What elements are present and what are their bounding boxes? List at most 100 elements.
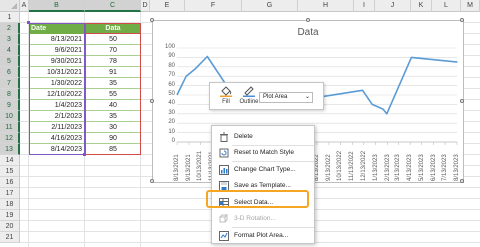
row-header-4[interactable]: 4	[0, 45, 20, 56]
chart-resize-handle[interactable]	[150, 99, 154, 103]
delete-icon	[219, 132, 229, 142]
chart-resize-handle[interactable]	[460, 18, 464, 22]
x-tick-label: 2/13/2023	[384, 154, 391, 181]
row-header-21[interactable]: 21	[0, 232, 20, 243]
row-header-14[interactable]: 14	[0, 155, 20, 166]
value-cell[interactable]: 40	[85, 100, 141, 111]
row-header-12[interactable]: 12	[0, 133, 20, 144]
date-cell[interactable]: 1/4/2023	[29, 100, 85, 111]
row-header-18[interactable]: 18	[0, 199, 20, 210]
row-header-11[interactable]: 11	[0, 122, 20, 133]
column-header-c[interactable]: C	[85, 0, 141, 12]
menu-item-delete[interactable]: Delete	[212, 130, 314, 144]
chart-resize-handle[interactable]	[150, 18, 154, 22]
column-header-e[interactable]: E	[150, 0, 185, 12]
row-header-5[interactable]: 5	[0, 56, 20, 67]
range-resize-handle[interactable]	[27, 21, 30, 24]
3d-rotation-icon	[219, 214, 229, 224]
column-header-g[interactable]: G	[242, 0, 298, 12]
column-header-k[interactable]: K	[411, 0, 432, 12]
column-header-h[interactable]: H	[298, 0, 354, 12]
row-header-6[interactable]: 6	[0, 67, 20, 78]
chart-resize-handle[interactable]	[460, 179, 464, 183]
row-header-17[interactable]: 17	[0, 188, 20, 199]
row-header-16[interactable]: 16	[0, 177, 20, 188]
fill-button[interactable]: Fill	[215, 85, 237, 109]
date-cell[interactable]: 10/31/2021	[29, 67, 85, 78]
header-date-cell[interactable]: Date	[29, 23, 85, 34]
row-header-10[interactable]: 10	[0, 111, 20, 122]
value-cell[interactable]: 91	[85, 67, 141, 78]
date-cell[interactable]: 8/14/2023	[29, 144, 85, 155]
outline-label: Outline	[239, 99, 259, 105]
x-tick-label: 10/13/2022	[337, 150, 344, 181]
column-header-a[interactable]: A	[20, 0, 29, 12]
save-template-icon	[219, 181, 229, 191]
row-header-9[interactable]: 9	[0, 100, 20, 111]
date-cell[interactable]: 4/16/2023	[29, 133, 85, 144]
outline-button[interactable]: Outline	[238, 85, 260, 109]
reset-style-icon	[219, 148, 229, 158]
date-cell[interactable]: 9/6/2021	[29, 45, 85, 56]
menu-item-3d-rotation[interactable]: 3-D Rotation...	[212, 212, 314, 226]
column-header-m[interactable]: M	[461, 0, 480, 12]
row-header-2[interactable]: 2	[0, 23, 20, 34]
menu-separator	[232, 227, 314, 228]
range-resize-handle[interactable]	[83, 153, 86, 156]
date-cell[interactable]: 2/1/2023	[29, 111, 85, 122]
date-cell[interactable]: 2/11/2023	[29, 122, 85, 133]
table-row: 1/4/2023 40	[29, 100, 141, 111]
x-tick-label: 11/13/2022	[349, 151, 356, 181]
value-cell[interactable]: 35	[85, 78, 141, 89]
chart-resize-handle[interactable]	[150, 179, 154, 183]
row-header-20[interactable]: 20	[0, 221, 20, 232]
x-tick-label: 5/13/2023	[418, 154, 425, 181]
row-header-3[interactable]: 3	[0, 34, 20, 45]
column-header-j[interactable]: J	[375, 0, 411, 12]
value-cell[interactable]: 35	[85, 111, 141, 122]
value-cell[interactable]: 78	[85, 56, 141, 67]
select-all-corner[interactable]	[0, 0, 20, 12]
value-cell[interactable]: 90	[85, 133, 141, 144]
x-tick-label: 7/13/2023	[442, 154, 449, 181]
chart-resize-handle[interactable]	[306, 18, 310, 22]
value-cell[interactable]: 50	[85, 34, 141, 45]
menu-item-format-plot-area[interactable]: Format Plot Area...	[212, 229, 314, 243]
chart-resize-handle[interactable]	[460, 99, 464, 103]
date-cell[interactable]: 12/10/2022	[29, 89, 85, 100]
row-header-19[interactable]: 19	[0, 210, 20, 221]
row-header-7[interactable]: 7	[0, 78, 20, 89]
date-cell[interactable]: 1/30/2022	[29, 78, 85, 89]
x-tick-label: 4/13/2023	[407, 154, 414, 181]
column-header-d[interactable]: D	[141, 0, 150, 12]
chevron-down-icon: ⌄	[304, 94, 310, 100]
x-tick-label: 10/13/2021	[197, 150, 204, 181]
value-cell[interactable]: 30	[85, 122, 141, 133]
table-row: 9/30/2021 78	[29, 56, 141, 67]
header-data-cell[interactable]: Data	[85, 23, 141, 34]
column-header-b[interactable]: B	[29, 0, 85, 12]
menu-item-label: Format Plot Area...	[234, 232, 289, 239]
menu-item-save-template[interactable]: Save as Template...	[212, 179, 314, 193]
column-header-l[interactable]: L	[432, 0, 461, 12]
row-header-1[interactable]: 1	[0, 12, 20, 23]
format-plot-area-icon	[219, 231, 229, 241]
menu-item-select-data[interactable]: Select Data...	[212, 196, 314, 210]
value-cell[interactable]: 55	[85, 89, 141, 100]
date-cell[interactable]: 8/13/2021	[29, 34, 85, 45]
column-header-i[interactable]: I	[354, 0, 375, 12]
date-cell[interactable]: 9/30/2021	[29, 56, 85, 67]
row-header-13[interactable]: 13	[0, 144, 20, 155]
table-header-row: Date Data	[29, 23, 141, 34]
value-cell[interactable]: 70	[85, 45, 141, 56]
row-header-8[interactable]: 8	[0, 89, 20, 100]
menu-item-reset-style[interactable]: Reset to Match Style	[212, 146, 314, 160]
x-tick-label: 8/13/2023	[454, 154, 460, 181]
column-header-f[interactable]: F	[185, 0, 242, 12]
value-cell[interactable]: 85	[85, 144, 141, 155]
select-all-triangle-icon	[11, 3, 17, 9]
x-tick-label: 9/13/2022	[325, 154, 332, 181]
menu-item-change-chart-type[interactable]: Change Chart Type...	[212, 163, 314, 177]
chart-element-select[interactable]: Plot Area ⌄	[259, 92, 313, 103]
row-header-15[interactable]: 15	[0, 166, 20, 177]
